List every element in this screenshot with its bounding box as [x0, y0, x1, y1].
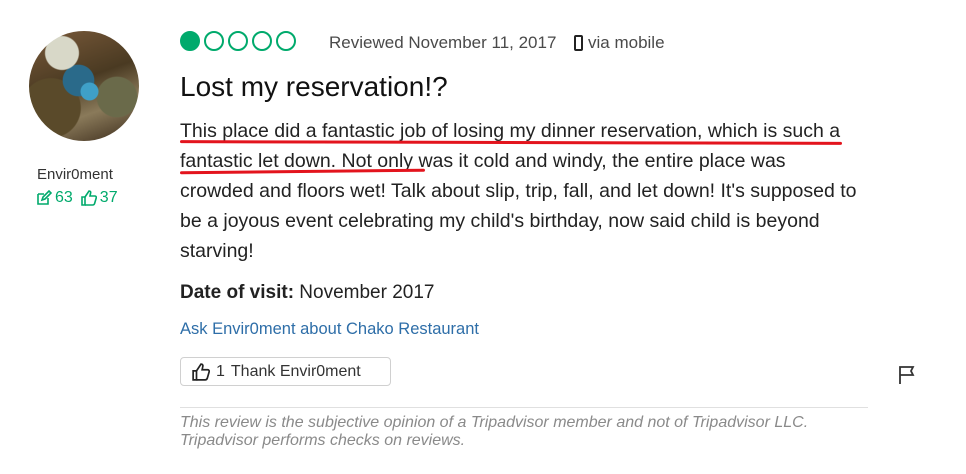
rating-bubble-filled	[180, 31, 200, 51]
review-title[interactable]: Lost my reservation!?	[180, 71, 448, 103]
review-body-highlight-1: This place did a fantastic job of losing…	[180, 120, 778, 142]
flag-icon[interactable]	[897, 365, 917, 385]
via-label: via mobile	[588, 33, 665, 52]
rating-bubble-empty	[252, 31, 272, 51]
mobile-phone-icon	[574, 35, 583, 51]
contributions-count: 63	[55, 189, 73, 206]
rating-bubble-empty	[276, 31, 296, 51]
thank-button[interactable]: 1 Thank Envir0ment	[180, 357, 391, 386]
helpful-votes-stat: 37	[80, 189, 118, 207]
bubble-rating	[180, 31, 296, 51]
thank-label: Thank Envir0ment	[230, 362, 361, 380]
reviewed-date: Reviewed November 11, 2017	[329, 33, 557, 52]
date-of-visit-label: Date of visit:	[180, 282, 295, 303]
date-of-visit: Date of visit: November 2017	[180, 282, 435, 304]
helpful-votes-count: 37	[99, 189, 118, 206]
reviewer-username[interactable]: Envir0ment	[37, 166, 113, 183]
rating-bubble-empty	[204, 31, 224, 51]
edit-icon	[37, 190, 52, 205]
ask-reviewer-link[interactable]: Ask Envir0ment about Chako Restaurant	[180, 320, 479, 339]
date-of-visit-value: November 2017	[294, 282, 435, 303]
review-disclaimer: This review is the subjective opinion of…	[180, 414, 809, 449]
review-body: This place did a fantastic job of losing…	[180, 116, 860, 266]
thumbs-up-icon	[80, 190, 97, 206]
thumbs-up-icon	[192, 362, 210, 381]
divider	[180, 407, 868, 408]
contributions-stat: 63	[36, 189, 73, 207]
reviewer-stats: 63 37	[36, 189, 118, 207]
reviewer-avatar[interactable]	[29, 31, 139, 141]
rating-bubble-empty	[228, 31, 248, 51]
thank-count: 1	[216, 362, 225, 380]
via-mobile: via mobile	[574, 33, 665, 53]
